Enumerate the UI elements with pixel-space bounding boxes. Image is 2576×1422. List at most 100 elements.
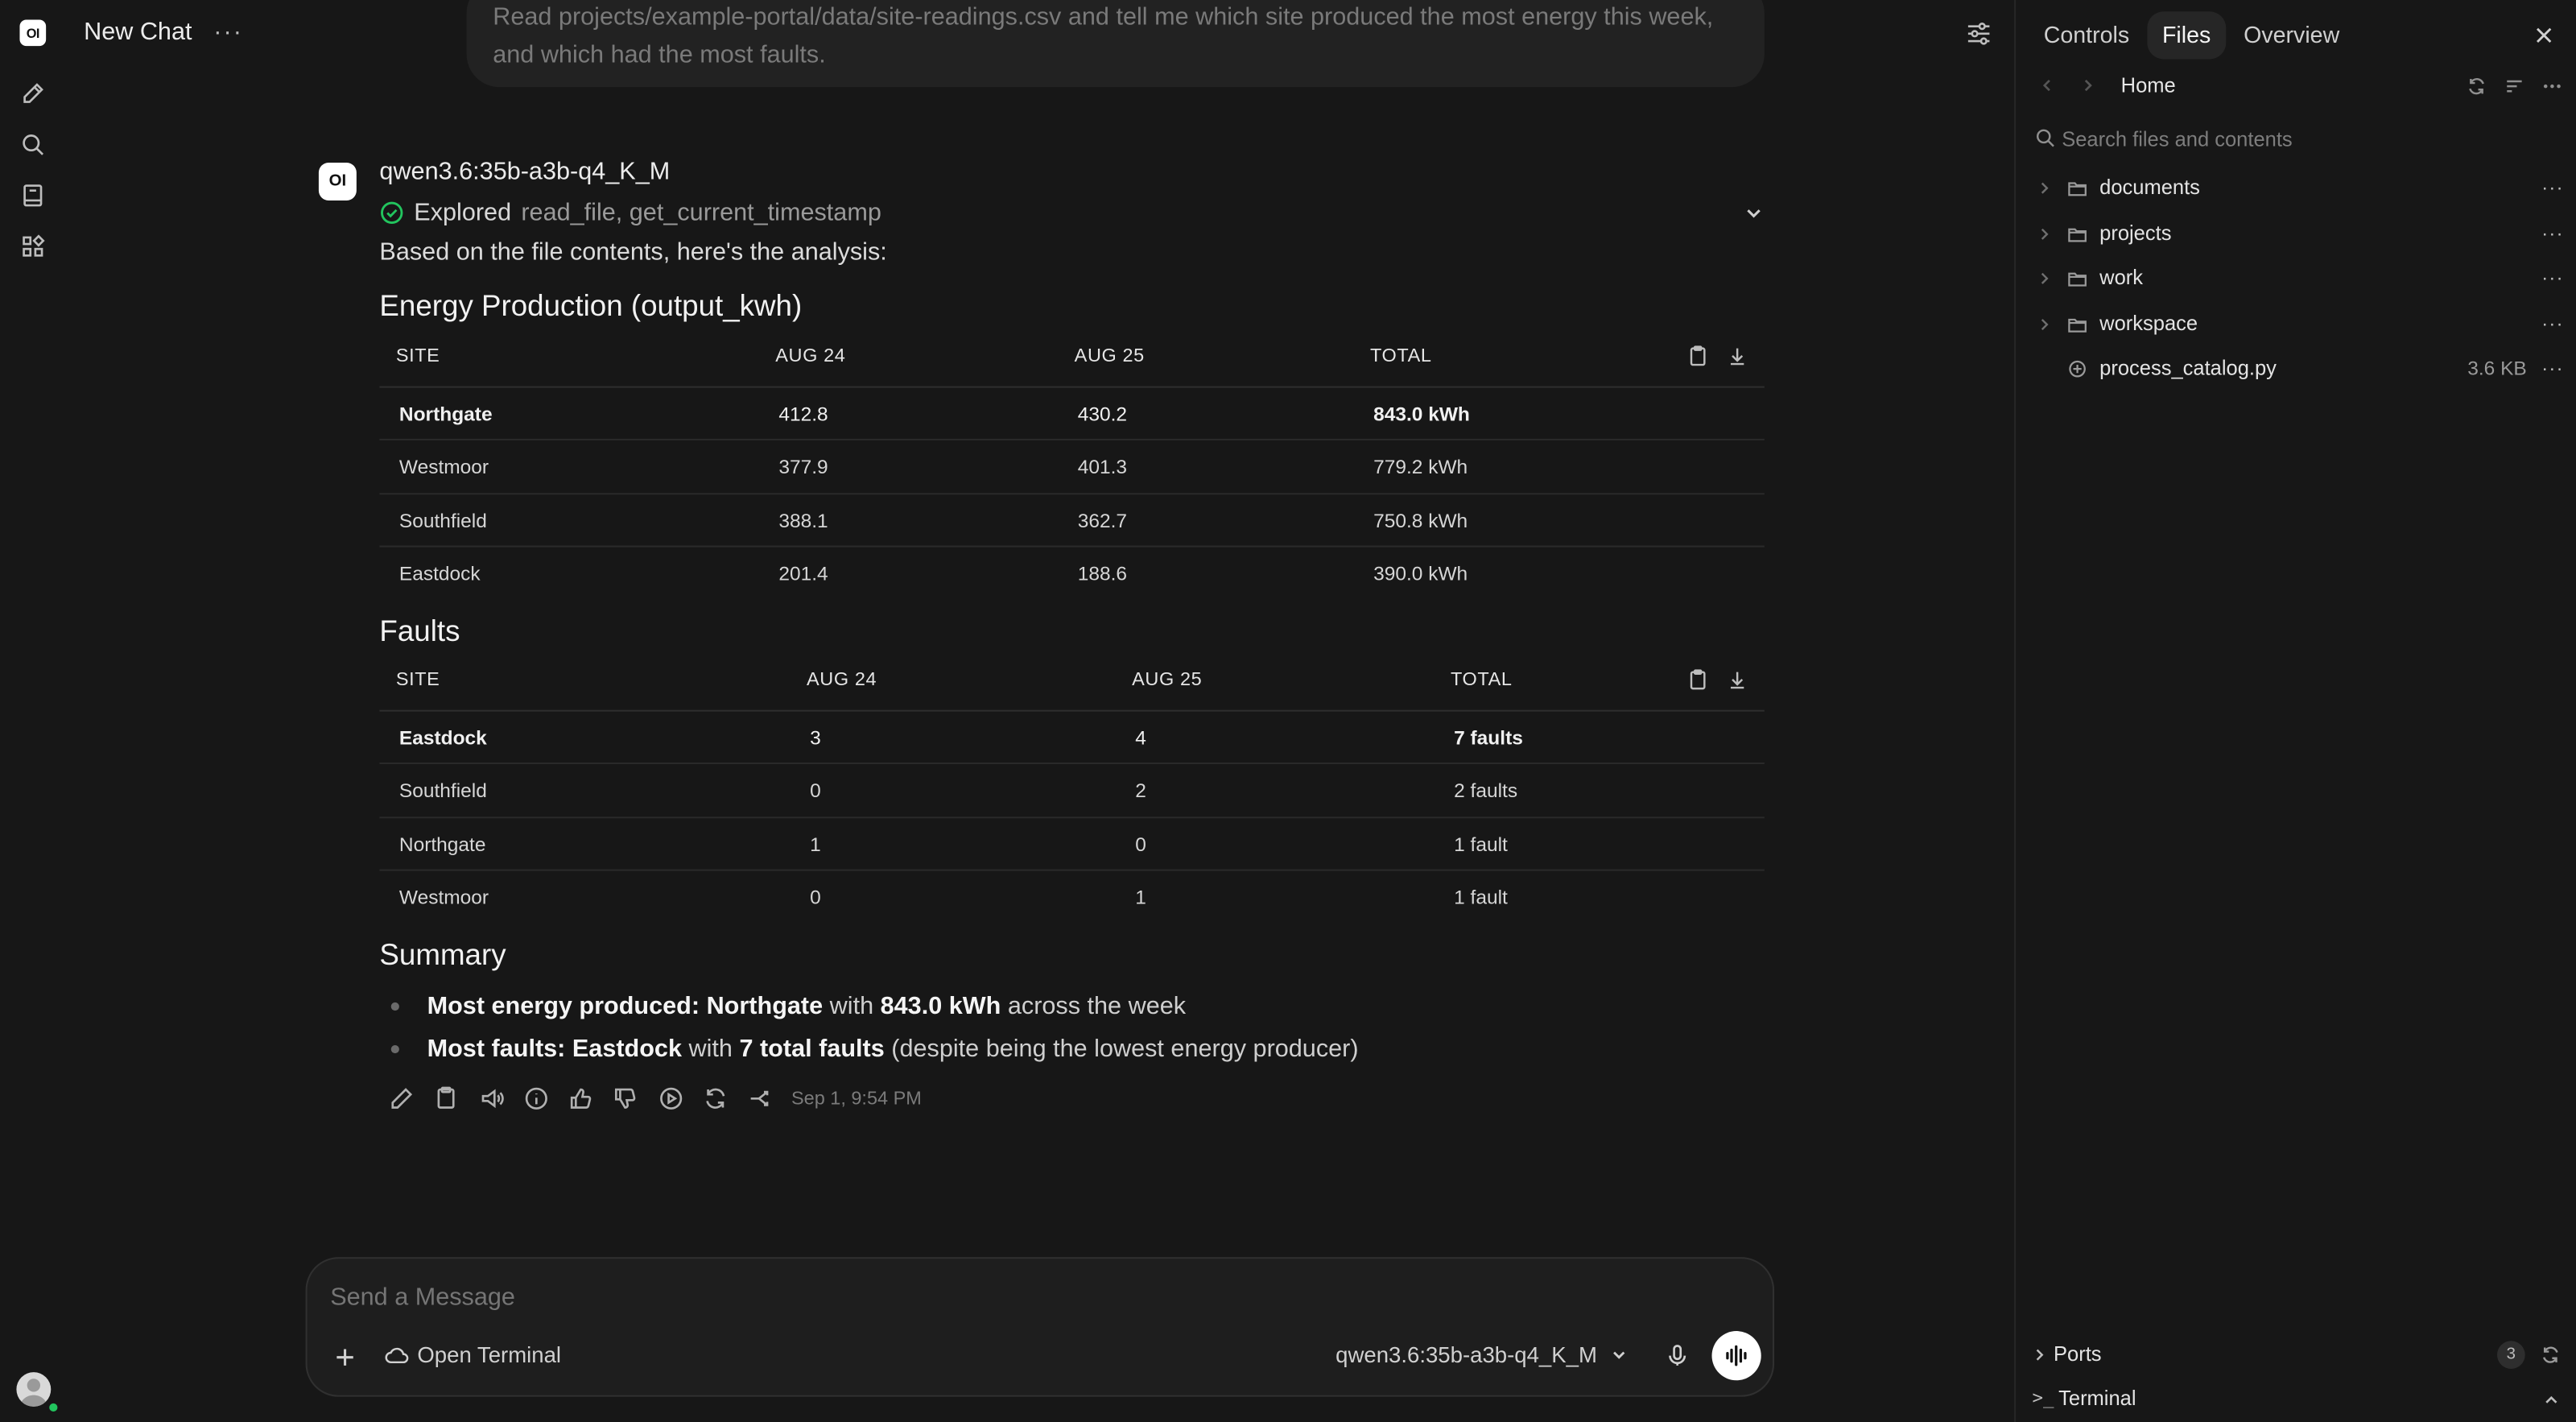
summary-bold: Most energy produced: Northgate	[427, 992, 824, 1021]
model-selector[interactable]: qwen3.6:35b-a3b-q4_K_M	[1335, 1342, 1629, 1367]
table-cell: 1	[810, 832, 821, 856]
table-cell: 412.8	[778, 402, 828, 426]
check-circle-icon	[379, 200, 404, 225]
chevron-up-icon[interactable]	[2543, 1392, 2559, 1408]
column-header: TOTAL	[1370, 346, 1432, 367]
terminal-section[interactable]: >_ Terminal	[2032, 1385, 2566, 1415]
table-cell: 779.2 kWh	[1373, 455, 1468, 479]
chevron-down-icon	[1610, 1346, 1628, 1363]
item-more-button[interactable]: ···	[2541, 176, 2564, 199]
tree-item-label: documents	[2099, 176, 2200, 199]
app-logo[interactable]: OI	[19, 19, 47, 47]
open-terminal-label: Open Terminal	[417, 1342, 562, 1367]
table-cell: 0	[810, 779, 821, 803]
table-cell: 843.0 kWh	[1373, 402, 1470, 426]
chat-more-button[interactable]: ···	[213, 18, 243, 46]
summary-bold: 7 total faults	[739, 1034, 885, 1063]
thumbs-up-icon[interactable]	[567, 1085, 595, 1113]
tab-controls[interactable]: Controls	[2029, 11, 2144, 59]
folder-icon	[2066, 177, 2088, 199]
open-terminal-button[interactable]: Open Terminal	[385, 1342, 561, 1367]
user-avatar[interactable]	[16, 1372, 52, 1407]
message-input[interactable]	[330, 1283, 1316, 1312]
item-more-button[interactable]: ···	[2541, 312, 2564, 335]
table-cell: 390.0 kWh	[1373, 561, 1468, 585]
tree-item-work[interactable]: work ···	[2016, 256, 2576, 301]
user-message-bubble: Read projects/example-portal/data/site-r…	[466, 0, 1765, 88]
back-chevron-icon[interactable]	[2039, 77, 2055, 93]
search-icon[interactable]	[19, 131, 46, 158]
plus-icon[interactable]	[332, 1344, 358, 1370]
share-branch-icon[interactable]	[746, 1085, 774, 1113]
table-cell: 7 faults	[1454, 726, 1523, 750]
breadcrumb-home[interactable]: Home	[2121, 74, 2176, 97]
thumbs-down-icon[interactable]	[612, 1085, 640, 1113]
more-horizontal-icon[interactable]	[2541, 76, 2563, 97]
assistant-model-name: qwen3.6:35b-a3b-q4_K_M	[379, 157, 671, 186]
item-more-button[interactable]: ···	[2541, 267, 2564, 290]
chevron-right-icon[interactable]	[2037, 226, 2052, 241]
tab-files[interactable]: Files	[2147, 11, 2226, 60]
chevron-right-icon[interactable]	[2037, 180, 2052, 195]
column-header: AUG 25	[1132, 670, 1203, 691]
table-cell: 1 fault	[1454, 832, 1508, 856]
tree-item-projects[interactable]: projects ···	[2016, 211, 2576, 256]
chevron-down-icon[interactable]	[1743, 202, 1765, 224]
regenerate-icon[interactable]	[702, 1085, 730, 1113]
table-cell: 4	[1135, 726, 1146, 750]
tree-item-workspace[interactable]: workspace ···	[2016, 301, 2576, 346]
voice-mode-button[interactable]	[1711, 1331, 1761, 1381]
chevron-right-icon[interactable]	[2037, 316, 2052, 331]
table-row: Westmoor 377.9 401.3 779.2 kWh	[379, 441, 1765, 494]
copy-icon[interactable]	[432, 1085, 460, 1113]
table-cell: 1	[1135, 885, 1146, 909]
table-cell: 2	[1135, 779, 1146, 803]
continue-play-icon[interactable]	[657, 1085, 685, 1113]
table-cell: Eastdock	[398, 726, 487, 750]
download-table-icon[interactable]	[1727, 345, 1748, 367]
download-table-icon[interactable]	[1727, 669, 1748, 691]
table-cell: 0	[1135, 832, 1146, 856]
ports-section[interactable]: Ports 3	[2032, 1341, 2566, 1370]
sort-icon[interactable]	[2504, 76, 2525, 97]
tab-overview[interactable]: Overview	[2229, 11, 2355, 59]
refresh-icon[interactable]	[2540, 1344, 2562, 1366]
tree-item-documents[interactable]: documents ···	[2016, 166, 2576, 211]
forward-chevron-icon[interactable]	[2080, 77, 2096, 93]
item-more-button[interactable]: ···	[2541, 357, 2564, 380]
files-search-input[interactable]	[2062, 125, 2539, 155]
column-header: AUG 24	[807, 670, 877, 691]
table-cell: Eastdock	[398, 561, 481, 585]
user-message-text: Read projects/example-portal/data/site-r…	[493, 3, 1714, 69]
table-cell: 430.2	[1077, 402, 1128, 426]
copy-table-icon[interactable]	[1687, 345, 1709, 367]
folder-icon	[2066, 223, 2088, 245]
apps-grid-icon[interactable]	[19, 234, 46, 260]
chat-title[interactable]: New Chat	[84, 18, 192, 46]
table-row: Northgate 412.8 430.2 843.0 kWh	[379, 388, 1765, 441]
microphone-icon[interactable]	[1664, 1342, 1690, 1369]
notes-book-icon[interactable]	[19, 183, 46, 209]
tool-calls-summary[interactable]: Explored read_file, get_current_timestam…	[379, 199, 881, 227]
table-row: Northgate 1 0 1 fault	[379, 817, 1765, 871]
chat-controls-sliders-icon[interactable]	[1965, 19, 1993, 48]
chevron-right-icon[interactable]	[2032, 1347, 2046, 1362]
close-icon[interactable]	[2533, 25, 2555, 47]
info-icon[interactable]	[522, 1085, 551, 1113]
table-cell: 188.6	[1077, 561, 1128, 585]
chevron-right-icon[interactable]	[2037, 271, 2052, 286]
response-intro: Based on the file contents, here's the a…	[379, 238, 887, 267]
tree-item-process-catalog[interactable]: process_catalog.py 3.6 KB ···	[2016, 347, 2576, 392]
item-more-button[interactable]: ···	[2541, 221, 2564, 244]
new-chat-pencil-icon[interactable]	[19, 81, 46, 107]
copy-table-icon[interactable]	[1687, 669, 1709, 691]
refresh-icon[interactable]	[2466, 76, 2487, 97]
table-cell: 201.4	[778, 561, 828, 585]
summary-text: with	[681, 1034, 740, 1063]
summary-text: (despite being the lowest energy produce…	[884, 1034, 1359, 1063]
terminal-prompt-icon: >_	[2032, 1387, 2054, 1408]
read-aloud-speaker-icon[interactable]	[477, 1085, 506, 1113]
model-selector-label: qwen3.6:35b-a3b-q4_K_M	[1335, 1342, 1597, 1367]
edit-pencil-icon[interactable]	[388, 1085, 416, 1113]
online-status-dot	[47, 1401, 60, 1414]
